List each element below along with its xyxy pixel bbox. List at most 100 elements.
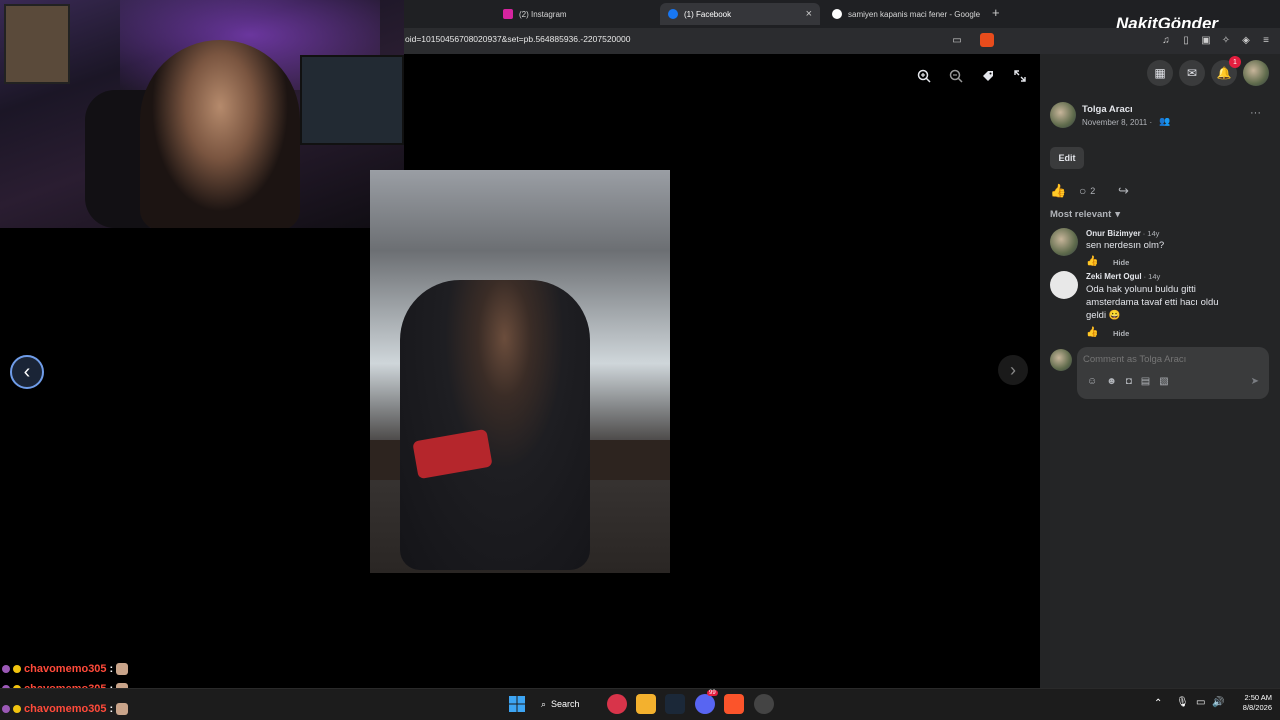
messenger-icon: ✉ <box>1186 66 1198 80</box>
comment-button[interactable]: ○ 2 <box>1079 184 1095 198</box>
photo-person <box>400 280 590 570</box>
chevron-up-icon[interactable]: ⌃ <box>1154 698 1162 709</box>
next-photo-button[interactable]: › <box>998 355 1028 385</box>
expand-icon <box>1014 70 1026 82</box>
comment-author[interactable]: Onur Bizimyer <box>1086 229 1141 238</box>
vip-badge-icon <box>13 665 21 673</box>
discord-icon[interactable] <box>695 694 715 714</box>
menu-grid-button[interactable]: ▦ <box>1147 60 1173 86</box>
sticker-icon[interactable]: ▧ <box>1159 376 1168 387</box>
post-more-button[interactable]: ··· <box>1250 107 1261 119</box>
chat-username: chavomemo305 <box>24 703 107 715</box>
thumbs-up-icon: 👍 <box>1050 183 1067 198</box>
tab-google[interactable]: samiyen kapanis maci fener - Google <box>824 3 980 25</box>
notification-badge: 1 <box>1229 56 1241 68</box>
sub-badge-icon <box>2 665 10 673</box>
chat-emote-icon <box>116 703 129 715</box>
tab-instagram[interactable]: (2) Instagram <box>495 3 655 25</box>
post-date[interactable]: November 8, 2011 · <box>1082 118 1152 127</box>
tab-label: (1) Facebook <box>684 9 732 19</box>
author-avatar[interactable] <box>1050 102 1076 128</box>
brave-shield-icon[interactable] <box>980 33 994 47</box>
search-label: Search <box>551 699 580 709</box>
comment-like-icon[interactable]: 👍 <box>1086 256 1098 267</box>
chat-message: chavomemo305 : <box>2 700 129 718</box>
clock[interactable]: 2:50 AM 8/8/2026 <box>1232 693 1272 713</box>
zoom-out-button[interactable] <box>944 64 968 88</box>
sort-dropdown[interactable]: Most relevant ▾ <box>1050 209 1120 220</box>
messenger-button[interactable]: ✉ <box>1179 60 1205 86</box>
tag-button[interactable] <box>976 64 1000 88</box>
commenter-avatar[interactable] <box>1050 271 1078 299</box>
post-photo[interactable] <box>370 170 670 573</box>
comment-text: sen nerdesın olm? <box>1086 240 1165 251</box>
comment-time[interactable]: · 14y <box>1143 229 1160 238</box>
comment-input[interactable]: ☺ ☻ ◘ ▤ ▧ ➤ <box>1077 347 1269 399</box>
leo-icon[interactable]: ✧ <box>1220 34 1232 46</box>
camera-icon[interactable]: ◘ <box>1126 376 1132 387</box>
zoom-in-icon <box>917 69 931 83</box>
edit-button[interactable]: Edit <box>1050 147 1084 169</box>
caret-down-icon: ▾ <box>1115 209 1121 220</box>
menu-icon[interactable]: ≡ <box>1260 34 1272 46</box>
file-explorer-icon[interactable] <box>636 694 656 714</box>
like-button[interactable]: 👍 <box>1050 183 1066 199</box>
comment-hide-button[interactable]: Hide <box>1113 329 1129 338</box>
brave-browser-icon[interactable] <box>724 694 744 714</box>
app-icon[interactable] <box>607 694 627 714</box>
tag-icon <box>983 71 993 81</box>
google-icon <box>832 9 842 19</box>
network-icon[interactable]: ▭ <box>1196 697 1205 708</box>
comment-field[interactable] <box>1083 352 1263 366</box>
microphone-icon[interactable]: 🎙 <box>1176 697 1189 708</box>
gif-icon[interactable]: ▤ <box>1141 376 1150 387</box>
comment-hide-button[interactable]: Hide <box>1113 258 1129 267</box>
share-button[interactable]: ↪ <box>1118 183 1129 199</box>
vip-badge-icon <box>13 705 21 713</box>
cast-icon[interactable]: ▭ <box>951 34 963 46</box>
start-button[interactable] <box>507 694 527 714</box>
share-icon: ↪ <box>1118 183 1129 198</box>
chat-username: chavomemo305 <box>24 663 107 675</box>
sort-label: Most relevant <box>1050 209 1112 220</box>
wallet-icon[interactable]: ▣ <box>1200 34 1212 46</box>
search-icon: ⌕ <box>541 698 547 709</box>
taskbar-search[interactable]: ⌕ Search <box>541 694 597 714</box>
url-text[interactable]: oid=10150456708020937&set=pb.564885936.-… <box>405 34 630 44</box>
steam-icon[interactable] <box>665 694 685 714</box>
chat-message: chavomemo305 : <box>2 660 129 678</box>
commenter-avatar[interactable] <box>1050 228 1078 256</box>
tab-facebook[interactable]: (1) Facebook × <box>660 3 820 25</box>
discord-badge: 99 <box>707 690 718 696</box>
vpn-icon[interactable]: ◈ <box>1240 34 1252 46</box>
fullscreen-button[interactable] <box>1008 64 1032 88</box>
bell-icon: 🔔 <box>1216 66 1232 80</box>
obs-icon[interactable] <box>754 694 774 714</box>
music-icon[interactable]: ♫ <box>1160 34 1172 46</box>
new-tab-button[interactable]: + <box>992 5 1000 20</box>
close-tab-icon[interactable]: × <box>806 8 812 20</box>
post-author[interactable]: Tolga Aracı <box>1082 104 1133 115</box>
sidebar-icon[interactable]: ▯ <box>1180 34 1192 46</box>
chat-separator: : <box>109 703 114 715</box>
account-avatar[interactable] <box>1243 60 1269 86</box>
send-icon[interactable]: ➤ <box>1251 376 1259 387</box>
previous-photo-button[interactable]: ‹ <box>10 355 44 389</box>
comment-time[interactable]: · 14y <box>1144 272 1161 281</box>
clock-time: 2:50 AM <box>1244 693 1272 702</box>
chat-emote-icon <box>116 663 129 675</box>
comment-like-icon[interactable]: 👍 <box>1086 327 1098 338</box>
grid-icon: ▦ <box>1154 66 1166 80</box>
avatar-sticker-icon[interactable]: ☺ <box>1087 376 1097 387</box>
emoji-icon[interactable]: ☻ <box>1106 376 1117 387</box>
volume-icon[interactable]: 🔊 <box>1212 697 1224 708</box>
instagram-icon <box>503 9 513 19</box>
audience-friends-icon[interactable]: 👥 <box>1159 116 1170 127</box>
tab-label: samiyen kapanis maci fener - Google <box>848 9 980 19</box>
comment-author[interactable]: Zeki Mert Ogul <box>1086 272 1142 281</box>
comment-header: Zeki Mert Ogul · 14y <box>1086 272 1160 281</box>
facebook-icon <box>668 9 678 19</box>
zoom-in-button[interactable] <box>912 64 936 88</box>
webcam-overlay <box>0 0 404 228</box>
sub-badge-icon <box>2 705 10 713</box>
